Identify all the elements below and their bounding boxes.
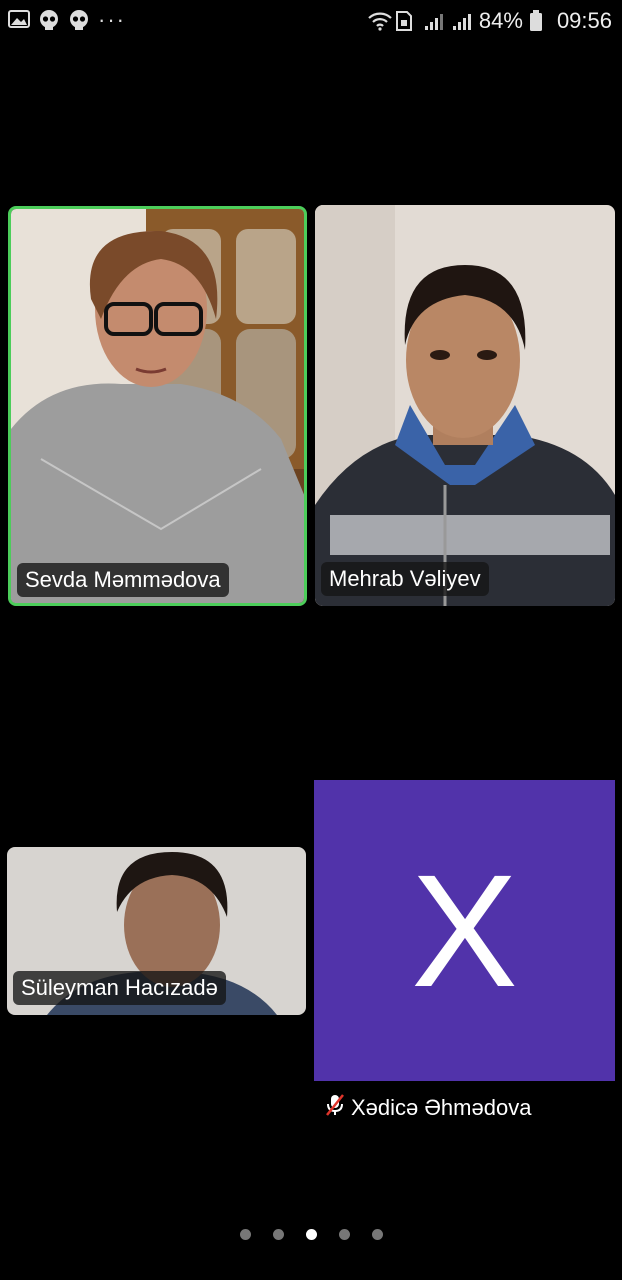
participant-video (315, 205, 615, 606)
video-tile-sevda[interactable]: Sevda Məmmədova (8, 206, 307, 606)
participant-name: Xədicə Əhmədova (351, 1095, 532, 1120)
participant-name: Süleyman Hacızadə (13, 971, 226, 1005)
status-bar: ··· 84% 09:56 (0, 0, 622, 44)
page-dot-2[interactable] (272, 1229, 284, 1240)
participant-name: Mehrab Vəliyev (321, 562, 489, 596)
battery-icon (529, 10, 551, 32)
participant-name: Sevda Məmmədova (17, 563, 229, 597)
avatar-initial: X (411, 840, 518, 1020)
wifi-icon (367, 10, 392, 32)
video-tile-suleyman[interactable]: Süleyman Hacızadə (7, 847, 306, 1015)
participant-name-row: Xədicə Əhmədova (325, 1093, 531, 1123)
page-indicator[interactable] (0, 1229, 622, 1240)
video-tile-mehrab[interactable]: Mehrab Vəliyev (315, 205, 615, 606)
gallery-notification-icon (8, 9, 30, 31)
muted-microphone-icon (325, 1093, 345, 1123)
page-dot-3[interactable] (305, 1229, 317, 1240)
battery-percent: 84% (478, 8, 523, 33)
signal-strength-icon (423, 10, 445, 32)
more-notifications-icon: ··· (98, 7, 126, 32)
avatar-tile-xedice[interactable]: X (314, 780, 615, 1081)
clock: 09:56 (556, 8, 612, 33)
page-dot-4[interactable] (338, 1229, 350, 1240)
skull-notification-icon (68, 9, 90, 31)
signal-strength-icon (451, 10, 473, 32)
sim-card-icon (395, 10, 417, 32)
page-dot-5[interactable] (371, 1229, 383, 1240)
skull-notification-icon (38, 9, 60, 31)
page-dot-1[interactable] (239, 1229, 251, 1240)
participant-video (11, 209, 304, 603)
